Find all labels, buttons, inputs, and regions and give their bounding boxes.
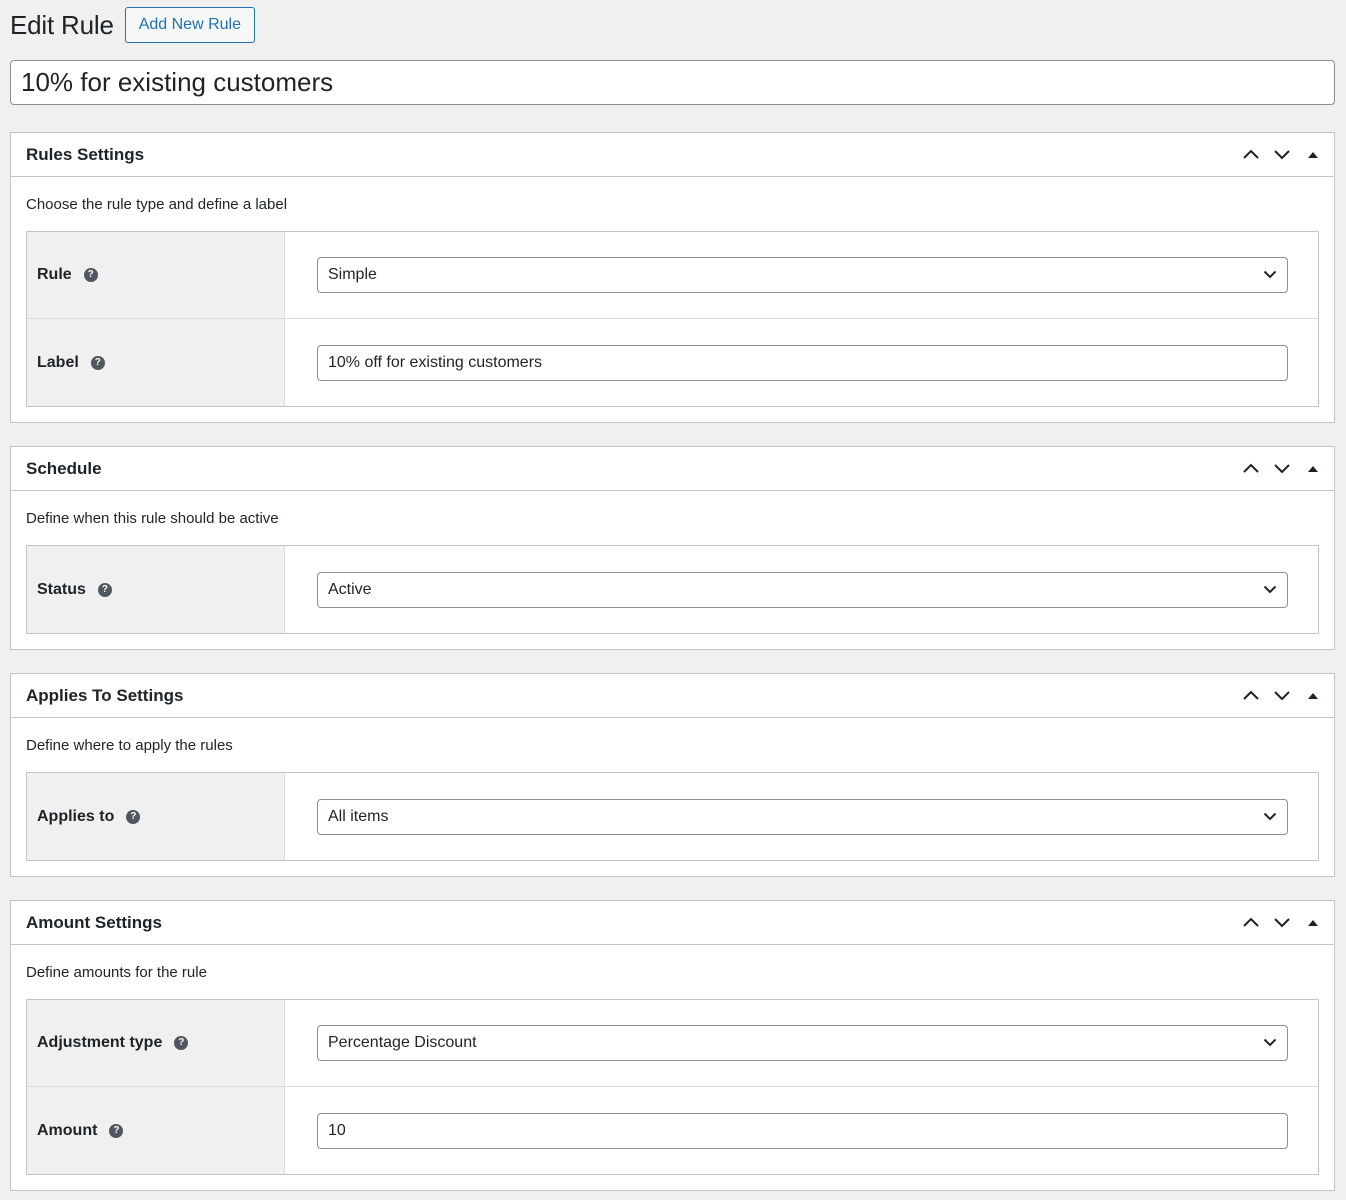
select-value: Percentage Discount bbox=[328, 1034, 477, 1051]
field-label-text: Label bbox=[37, 353, 79, 371]
field-label-text: Status bbox=[37, 580, 86, 598]
page-header: Edit Rule Add New Rule bbox=[10, 6, 255, 44]
settings-table: Status ? Active bbox=[26, 545, 1319, 634]
handle-actions bbox=[1235, 447, 1334, 490]
field-cell: All items bbox=[285, 773, 1318, 860]
settings-row-label: Label ? 10% off for existing customers bbox=[27, 319, 1318, 406]
question-circle-icon[interactable]: ? bbox=[126, 809, 141, 824]
field-label-text: Applies to bbox=[37, 807, 115, 825]
rule-type-select[interactable]: Simple bbox=[317, 257, 1288, 293]
triangle-up-icon[interactable] bbox=[1297, 674, 1328, 717]
input-value: 10 bbox=[328, 1121, 346, 1139]
chevron-down-icon[interactable] bbox=[1266, 133, 1297, 176]
chevron-down-icon bbox=[1263, 1038, 1277, 1047]
applies-to-settings-box: Applies To Settings Define where to appl… bbox=[10, 673, 1335, 877]
field-label: Status ? bbox=[27, 546, 285, 633]
label-input[interactable]: 10% off for existing customers bbox=[317, 344, 1288, 381]
settings-table: Adjustment type ? Percentage Discount Am… bbox=[26, 999, 1319, 1175]
select-value: Simple bbox=[328, 266, 377, 283]
settings-row-applies-to: Applies to ? All items bbox=[27, 773, 1318, 860]
amount-input[interactable]: 10 bbox=[317, 1112, 1288, 1149]
amount-settings-box: Amount Settings Define amounts for the r… bbox=[10, 900, 1335, 1191]
chevron-up-icon[interactable] bbox=[1235, 447, 1266, 490]
select-value: All items bbox=[328, 807, 389, 825]
settings-row-adjustment-type: Adjustment type ? Percentage Discount bbox=[27, 1000, 1318, 1087]
field-label: Rule ? bbox=[27, 232, 285, 318]
postbox-header: Applies To Settings bbox=[11, 674, 1334, 718]
settings-row-status: Status ? Active bbox=[27, 546, 1318, 633]
postbox-description: Define when this rule should be active bbox=[26, 509, 279, 527]
settings-row-rule: Rule ? Simple bbox=[27, 232, 1318, 319]
applies-to-select[interactable]: All items bbox=[317, 798, 1288, 835]
postbox-header: Schedule bbox=[11, 447, 1334, 491]
question-circle-icon[interactable]: ? bbox=[109, 1123, 124, 1138]
handle-actions bbox=[1235, 133, 1334, 176]
field-label: Label ? bbox=[27, 319, 285, 406]
postbox-title: Schedule bbox=[26, 458, 102, 478]
rule-title-input[interactable] bbox=[10, 60, 1335, 105]
field-label-text: Adjustment type bbox=[37, 1034, 163, 1051]
chevron-down-icon bbox=[1263, 812, 1277, 820]
postbox-description: Define where to apply the rules bbox=[26, 736, 233, 754]
field-label-text: Amount bbox=[37, 1121, 98, 1139]
question-circle-icon[interactable]: ? bbox=[90, 355, 105, 370]
page-title: Edit Rule bbox=[10, 9, 114, 40]
schedule-box: Schedule Define when this rule should be… bbox=[10, 446, 1335, 650]
postbox-description: Choose the rule type and define a label bbox=[26, 195, 288, 213]
adjustment-type-select[interactable]: Percentage Discount bbox=[317, 1025, 1288, 1061]
settings-table: Applies to ? All items bbox=[26, 772, 1319, 861]
triangle-up-icon[interactable] bbox=[1297, 133, 1328, 176]
postbox-description: Define amounts for the rule bbox=[26, 963, 207, 981]
field-label: Amount ? bbox=[27, 1087, 285, 1174]
postbox-title: Amount Settings bbox=[26, 912, 162, 932]
chevron-down-icon[interactable] bbox=[1266, 901, 1297, 944]
handle-actions bbox=[1235, 901, 1334, 944]
field-label: Applies to ? bbox=[27, 773, 285, 860]
postbox-title: Applies To Settings bbox=[26, 685, 184, 705]
triangle-up-icon[interactable] bbox=[1297, 447, 1328, 490]
input-value: 10% off for existing customers bbox=[328, 353, 543, 371]
question-circle-icon[interactable]: ? bbox=[97, 582, 112, 597]
chevron-down-icon[interactable] bbox=[1266, 674, 1297, 717]
rules-settings-box: Rules Settings Choose the rule type and … bbox=[10, 132, 1335, 423]
settings-row-amount: Amount ? 10 bbox=[27, 1087, 1318, 1174]
chevron-up-icon[interactable] bbox=[1235, 133, 1266, 176]
field-cell: Active bbox=[285, 546, 1318, 633]
chevron-down-icon[interactable] bbox=[1266, 447, 1297, 490]
field-cell: Percentage Discount bbox=[285, 1000, 1318, 1086]
postbox-header: Amount Settings bbox=[11, 901, 1334, 945]
question-circle-icon[interactable]: ? bbox=[174, 1036, 189, 1050]
settings-table: Rule ? Simple Label ? 10% off for existi… bbox=[26, 231, 1319, 407]
status-select[interactable]: Active bbox=[317, 571, 1288, 608]
triangle-up-icon[interactable] bbox=[1297, 901, 1328, 944]
add-new-rule-button[interactable]: Add New Rule bbox=[124, 7, 255, 43]
chevron-down-icon bbox=[1263, 585, 1277, 593]
field-cell: Simple bbox=[285, 232, 1318, 318]
postbox-title: Rules Settings bbox=[26, 144, 145, 164]
field-cell: 10% off for existing customers bbox=[285, 319, 1318, 406]
chevron-down-icon bbox=[1263, 270, 1277, 279]
chevron-up-icon[interactable] bbox=[1235, 901, 1266, 944]
select-value: Active bbox=[328, 580, 372, 598]
question-circle-icon[interactable]: ? bbox=[83, 268, 98, 282]
field-label-text: Rule bbox=[37, 266, 72, 283]
field-label: Adjustment type ? bbox=[27, 1000, 285, 1086]
handle-actions bbox=[1235, 674, 1334, 717]
postbox-header: Rules Settings bbox=[11, 133, 1334, 177]
field-cell: 10 bbox=[285, 1087, 1318, 1174]
chevron-up-icon[interactable] bbox=[1235, 674, 1266, 717]
